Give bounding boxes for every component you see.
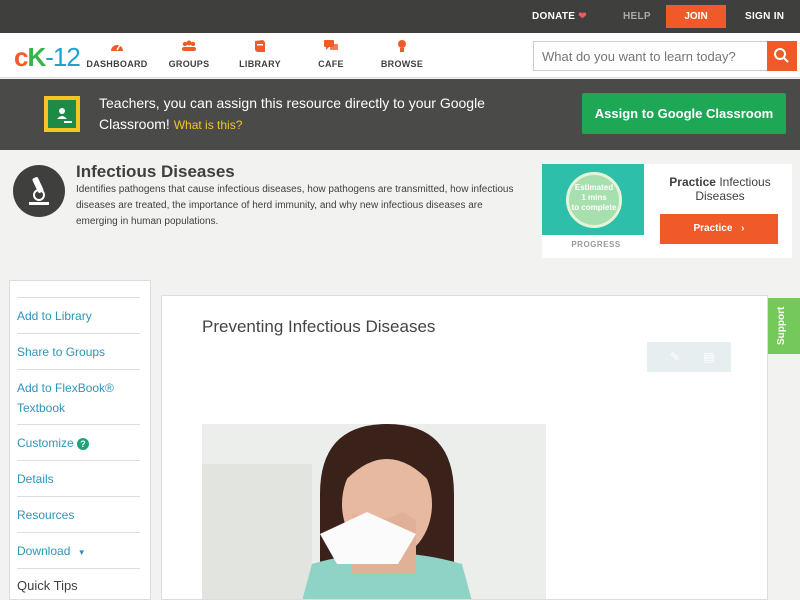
what-is-this-link[interactable]: What is this? bbox=[174, 118, 243, 132]
concept-description: Identifies pathogens that cause infectio… bbox=[76, 184, 514, 227]
sneezing-woman-photo bbox=[202, 424, 546, 599]
nav-library[interactable]: LIBRARY bbox=[225, 39, 295, 69]
donate-label: DONATE bbox=[532, 11, 576, 22]
sidebar-item-add-to-library[interactable]: Add to Library bbox=[17, 298, 140, 334]
microscope-icon bbox=[13, 165, 65, 217]
nav-cafe[interactable]: CAFE bbox=[296, 39, 366, 69]
sign-in-link[interactable]: SIGN IN bbox=[745, 11, 784, 22]
support-tab[interactable]: Support bbox=[768, 298, 800, 354]
reading-content: Preventing Infectious Diseases ✎ ▤ bbox=[161, 295, 768, 600]
progress-label: PROGRESS bbox=[571, 240, 621, 249]
nav-groups[interactable]: GROUPS bbox=[154, 39, 224, 69]
search-button[interactable] bbox=[767, 41, 797, 71]
practice-button-label: Practice bbox=[693, 223, 733, 234]
banner-message-text: Teachers, you can assign this resource d… bbox=[99, 95, 485, 132]
nav-library-label: LIBRARY bbox=[239, 59, 281, 69]
help-link[interactable]: HELP bbox=[623, 11, 651, 22]
donate-link[interactable]: DONATE ❤ bbox=[532, 11, 587, 22]
gauge-icon bbox=[82, 39, 152, 55]
support-label: Support bbox=[776, 306, 787, 345]
estimate-line-1: Estimated bbox=[574, 183, 614, 192]
google-classroom-banner: Teachers, you can assign this resource d… bbox=[0, 79, 800, 150]
practice-card: Estimated 1 mins to complete PROGRESS Pr… bbox=[542, 164, 792, 258]
sidebar-item-download[interactable]: Download ▼ bbox=[17, 533, 140, 569]
sidebar-item-share-to-groups[interactable]: Share to Groups bbox=[17, 334, 140, 370]
join-button[interactable]: JOIN bbox=[666, 5, 726, 28]
reading-title: Preventing Infectious Diseases bbox=[202, 317, 436, 336]
sidebar-item-resources[interactable]: Resources bbox=[17, 497, 140, 533]
sidebar-item-add-to-flexbook[interactable]: Add to FlexBook® Textbook bbox=[17, 370, 140, 425]
annotation-toolbar: ✎ ▤ bbox=[647, 342, 731, 372]
google-classroom-icon bbox=[44, 96, 80, 132]
practice-heading-bold: Practice bbox=[669, 175, 716, 189]
logo-n: -12 bbox=[45, 42, 81, 72]
nav-groups-label: GROUPS bbox=[168, 59, 210, 69]
nav-dashboard-label: DASHBOARD bbox=[86, 59, 148, 69]
nav-dashboard[interactable]: DASHBOARD bbox=[82, 39, 152, 69]
customize-label: Customize bbox=[17, 436, 74, 450]
heart-icon: ❤ bbox=[578, 11, 587, 22]
caret-down-icon: ▼ bbox=[77, 548, 86, 557]
logo-k: K bbox=[27, 42, 46, 72]
progress-tile: Estimated 1 mins to complete bbox=[542, 164, 644, 235]
people-icon bbox=[154, 39, 224, 55]
ck12-logo[interactable]: cK-12 bbox=[14, 42, 81, 73]
sidebar-item-customize[interactable]: Customize ? bbox=[17, 425, 140, 461]
download-label: Download bbox=[17, 544, 71, 558]
nav-browse-label: BROWSE bbox=[380, 59, 424, 69]
chevron-right-icon: › bbox=[741, 223, 745, 234]
nav-cafe-label: CAFE bbox=[318, 59, 344, 69]
logo-c: c bbox=[14, 42, 29, 72]
estimate-text: Estimated 1 mins to complete bbox=[566, 183, 622, 213]
library-icon bbox=[225, 39, 295, 55]
notes-icon[interactable]: ▤ bbox=[695, 342, 723, 372]
search-input[interactable] bbox=[534, 42, 766, 70]
estimate-line-2: 1 mins bbox=[581, 193, 607, 202]
banner-message: Teachers, you can assign this resource d… bbox=[99, 93, 549, 136]
estimate-line-3: to complete bbox=[571, 203, 617, 212]
pencil-icon[interactable]: ✎ bbox=[661, 342, 689, 372]
sidebar-item-details[interactable]: Details bbox=[17, 461, 140, 497]
top-bar: DONATE ❤ HELP JOIN SIGN IN bbox=[0, 0, 800, 33]
nav-browse[interactable]: BROWSE bbox=[367, 39, 437, 69]
resource-sidebar: Add to Library Share to Groups Add to Fl… bbox=[9, 280, 151, 600]
practice-heading: Practice Infectious Diseases bbox=[660, 175, 780, 203]
practice-button[interactable]: Practice › bbox=[660, 214, 778, 244]
lightbulb-icon bbox=[367, 39, 437, 55]
quick-tips-heading: Quick Tips bbox=[17, 578, 78, 593]
concept-title: Infectious Diseases bbox=[76, 162, 235, 181]
main-header: cK-12 DASHBOARD GROUPS LIBRARY CAFE BROW… bbox=[0, 33, 800, 78]
search-icon bbox=[774, 48, 789, 63]
assign-google-classroom-button[interactable]: Assign to Google Classroom bbox=[582, 93, 786, 134]
search-box bbox=[533, 41, 797, 71]
question-icon[interactable]: ? bbox=[77, 437, 90, 450]
chat-bubbles-icon bbox=[296, 39, 366, 55]
